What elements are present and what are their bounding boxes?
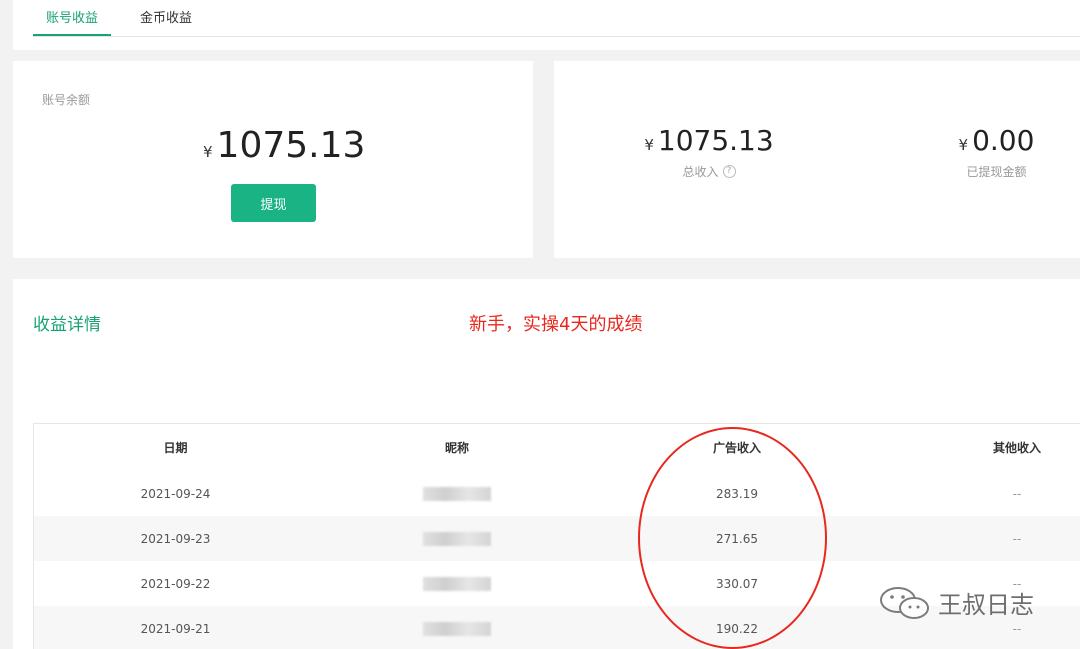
wechat-icon xyxy=(880,586,929,619)
withdrawn-value: 0.00 xyxy=(972,124,1035,157)
header-other-income: 其他收入 xyxy=(992,441,1041,455)
row-other-income: -- xyxy=(1012,486,1022,501)
balance-label: 账号余额 xyxy=(42,93,91,107)
withdrawn-label: 已提现金额 xyxy=(966,165,1027,179)
active-tab-indicator xyxy=(33,34,111,36)
help-icon[interactable]: ? xyxy=(722,165,736,178)
header-ad-income: 广告收入 xyxy=(712,441,761,455)
balance-value: 1075.13 xyxy=(216,125,366,166)
watermark: 王叔日志 xyxy=(878,585,1034,620)
redacted-block xyxy=(423,486,491,501)
row-other-income: -- xyxy=(1012,621,1022,636)
header-nickname: 昵称 xyxy=(444,441,469,455)
row-nickname-redacted xyxy=(317,486,597,501)
total-income-amount: ¥ 1075.13 xyxy=(634,124,784,157)
withdraw-button[interactable]: 提现 xyxy=(231,184,316,222)
summary-card: ¥ 1075.13 总收入 ? ¥ 0.00 已提现金额 xyxy=(554,61,1080,258)
redacted-block xyxy=(423,531,491,546)
row-ad-income: 190.22 xyxy=(716,621,758,636)
table-header: 日期 昵称 广告收入 其他收入 xyxy=(34,424,1080,471)
tabs-bar: 账号收益 金币收益 xyxy=(13,0,1080,50)
currency-symbol: ¥ xyxy=(203,143,213,161)
watermark-text: 王叔日志 xyxy=(938,591,1034,619)
annotation-text: 新手，实操4天的成绩 xyxy=(469,314,643,335)
header-date: 日期 xyxy=(163,441,188,455)
total-income-value: 1075.13 xyxy=(657,124,774,157)
table-row: 2021-09-24 283.19 -- xyxy=(34,471,1080,516)
row-nickname-redacted xyxy=(317,621,597,636)
row-date: 2021-09-23 xyxy=(140,531,211,546)
row-date: 2021-09-24 xyxy=(140,486,211,501)
row-ad-income: 271.65 xyxy=(716,531,758,546)
redacted-block xyxy=(423,621,491,636)
tab-account-earnings[interactable]: 账号收益 xyxy=(33,0,111,37)
balance-card: 账号余额 ¥ 1075.13 提现 xyxy=(13,61,533,258)
tabs-divider xyxy=(33,36,1080,37)
row-ad-income: 283.19 xyxy=(716,486,758,501)
detail-title: 收益详情 xyxy=(33,315,101,335)
row-date: 2021-09-21 xyxy=(140,621,211,636)
balance-amount: ¥ 1075.13 xyxy=(203,125,365,166)
row-date: 2021-09-22 xyxy=(140,576,211,591)
currency-symbol: ¥ xyxy=(958,136,969,154)
row-other-income: -- xyxy=(1012,531,1022,546)
total-income-block: ¥ 1075.13 总收入 ? xyxy=(634,124,784,180)
total-income-label-row: 总收入 ? xyxy=(634,163,784,180)
table-row: 2021-09-23 271.65 -- xyxy=(34,516,1080,561)
row-ad-income: 330.07 xyxy=(716,576,758,591)
total-income-label: 总收入 xyxy=(682,165,719,179)
row-nickname-redacted xyxy=(317,576,597,591)
redacted-block xyxy=(423,576,491,591)
row-nickname-redacted xyxy=(317,531,597,546)
withdrawn-block: ¥ 0.00 已提现金额 xyxy=(939,124,1054,180)
currency-symbol: ¥ xyxy=(644,136,654,154)
withdrawn-amount: ¥ 0.00 xyxy=(939,124,1054,157)
tab-coin-earnings[interactable]: 金币收益 xyxy=(131,0,201,37)
